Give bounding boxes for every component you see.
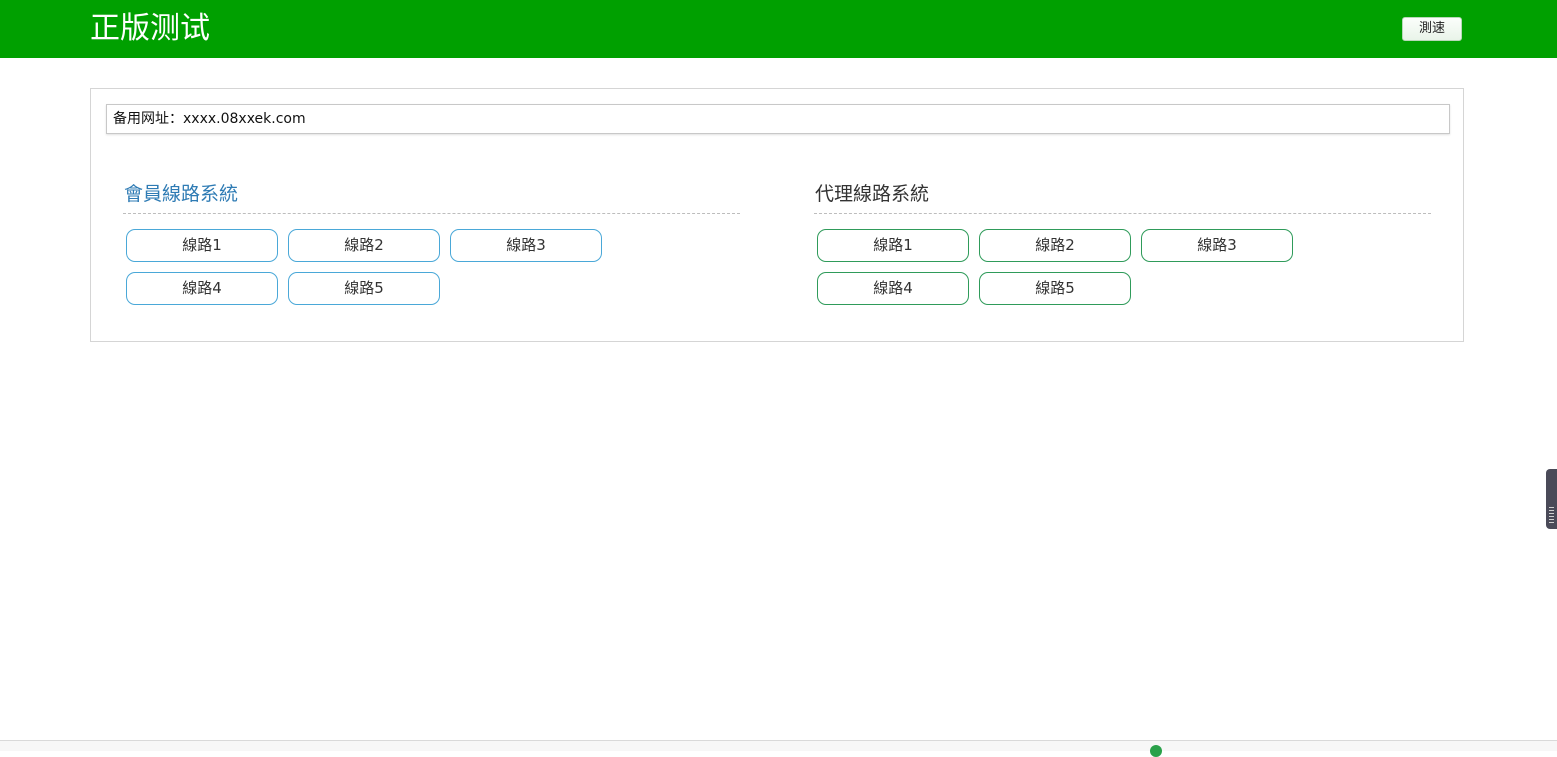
member-line-button-1[interactable]: 線路1 bbox=[126, 229, 278, 262]
main-panel: 备用网址：xxxx.08xxek.com 會員線路系統 線路1 線路2 線路3 … bbox=[90, 88, 1464, 342]
status-check-icon bbox=[1150, 745, 1162, 757]
agent-line-section: 代理線路系統 線路1 線路2 線路3 線路4 線路5 bbox=[814, 179, 1431, 305]
member-line-button-2[interactable]: 線路2 bbox=[288, 229, 440, 262]
site-title: 正版测试 bbox=[90, 11, 210, 46]
agent-line-button-2[interactable]: 線路2 bbox=[979, 229, 1131, 262]
agent-line-button-4[interactable]: 線路4 bbox=[817, 272, 969, 305]
grip-icon bbox=[1549, 507, 1554, 523]
member-line-button-5[interactable]: 線路5 bbox=[288, 272, 440, 305]
agent-section-title: 代理線路系統 bbox=[814, 179, 1431, 214]
member-section-title: 會員線路系統 bbox=[123, 179, 740, 214]
top-header: 正版测试 測速 bbox=[0, 0, 1557, 58]
agent-line-button-3[interactable]: 線路3 bbox=[1141, 229, 1293, 262]
member-line-button-3[interactable]: 線路3 bbox=[450, 229, 602, 262]
side-drawer-handle[interactable] bbox=[1546, 469, 1557, 529]
member-line-section: 會員線路系統 線路1 線路2 線路3 線路4 線路5 bbox=[123, 179, 740, 305]
backup-url-bar: 备用网址：xxxx.08xxek.com bbox=[106, 104, 1450, 134]
agent-line-button-1[interactable]: 線路1 bbox=[817, 229, 969, 262]
member-line-button-4[interactable]: 線路4 bbox=[126, 272, 278, 305]
browser-status-bar bbox=[0, 740, 1557, 757]
speed-test-button[interactable]: 測速 bbox=[1402, 17, 1462, 41]
agent-line-button-5[interactable]: 線路5 bbox=[979, 272, 1131, 305]
